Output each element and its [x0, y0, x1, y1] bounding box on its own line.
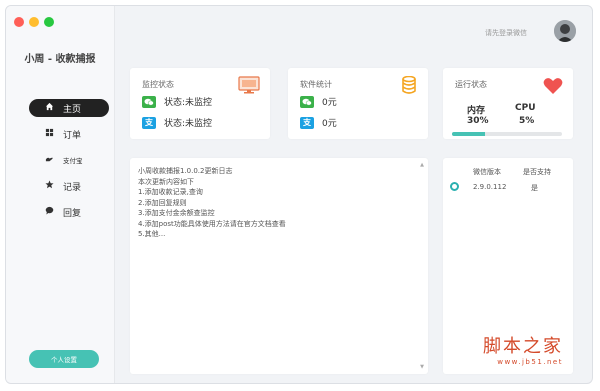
log-line: 5.其他... [138, 230, 166, 238]
card-title: 运行状态 [455, 80, 487, 89]
log-line: 小周收款捕报1.0.0.2更新日志 [138, 167, 233, 175]
database-icon [402, 75, 416, 97]
sidebar-item-label: 回复 [63, 208, 82, 219]
scroll-down-arrow-icon[interactable]: ▼ [420, 364, 424, 370]
sidebar-item-label: 支付宝 [63, 157, 83, 165]
alipay-icon: 支 [142, 116, 156, 129]
monitor-status-card: 监控状态 状态:未监控 支 状态:未监控 [130, 68, 270, 139]
personal-settings-button[interactable]: 个人设置 [29, 350, 99, 368]
version-support-panel: 微信版本 是否支持 2.9.0.112 是 脚本之家 www.jb51.net [443, 158, 573, 374]
card-title: 监控状态 [142, 80, 174, 89]
sidebar-item-reply[interactable]: 回复 [29, 203, 109, 221]
watermark-url: www.jb51.net [497, 358, 563, 366]
window-controls [14, 17, 54, 27]
alipay-icon: 支 [300, 116, 314, 129]
wechat-icon [142, 95, 156, 108]
sidebar-item-label: 记录 [63, 182, 82, 193]
log-line: 2.添加回复规则 [138, 198, 187, 207]
cpu-label: CPU [515, 103, 536, 113]
wechat-amount: 0元 [322, 98, 337, 108]
support-column-header: 是否支持 [523, 168, 551, 176]
monitor-screen-icon [238, 76, 260, 97]
sidebar-item-alipay[interactable]: 支付宝 [29, 151, 109, 169]
software-wechat-row: 0元 [300, 95, 337, 108]
software-alipay-row: 支 0元 [300, 116, 337, 129]
sidebar-item-orders[interactable]: 订单 [29, 125, 109, 143]
sidebar-item-label: 主页 [63, 104, 82, 115]
watermark-main-text: 脚本之家 [483, 336, 563, 357]
sidebar-item-home[interactable]: 主页 [29, 99, 109, 117]
sidebar-item-label: 订单 [63, 130, 82, 141]
wechat-icon [300, 95, 314, 108]
log-line: 3.添加支付金余额查监控 [138, 209, 215, 217]
alipay-monitor-status: 状态:未监控 [164, 119, 213, 129]
memory-value: 30% [467, 116, 489, 126]
grid-icon [43, 128, 55, 140]
memory-label: 内存 [467, 106, 486, 116]
sidebar-nav: 主页 订单 支付宝 记录 回复 [29, 99, 109, 229]
memory-progress-bar [452, 132, 562, 136]
sidebar-item-records[interactable]: 记录 [29, 177, 109, 195]
card-title: 软件统计 [300, 80, 332, 89]
minimize-window-button[interactable] [29, 17, 39, 27]
log-line: 1.添加收款记录,查询 [138, 188, 203, 196]
version-radio-button[interactable] [450, 182, 459, 191]
log-line: 4.添加post功能具体使用方法请在官方文档查看 [138, 219, 286, 228]
hand-icon [43, 154, 55, 166]
star-icon [43, 180, 55, 192]
monitor-wechat-row: 状态:未监控 [142, 95, 212, 108]
wechat-monitor-status: 状态:未监控 [164, 98, 213, 108]
sidebar: 小周 - 收款捕报 主页 订单 支付宝 记录 回复 个人设置 [6, 6, 115, 383]
memory-progress-fill [452, 132, 485, 136]
app-window: 小周 - 收款捕报 主页 订单 支付宝 记录 回复 个人设置 请先登录微信 监控… [5, 5, 593, 384]
login-prompt[interactable]: 请先登录微信 [485, 28, 527, 38]
update-log-text: 小周收款捕报1.0.0.2更新日志 本次更新内容如下 1.添加收款记录,查询 2… [138, 166, 286, 240]
support-value: 是 [531, 184, 538, 192]
chat-icon [43, 206, 55, 218]
avatar[interactable] [554, 20, 576, 42]
heart-icon [543, 77, 563, 98]
close-window-button[interactable] [14, 17, 24, 27]
monitor-alipay-row: 支 状态:未监控 [142, 116, 212, 129]
maximize-window-button[interactable] [44, 17, 54, 27]
watermark: 脚本之家 www.jb51.net [483, 332, 563, 366]
version-value: 2.9.0.112 [473, 183, 507, 191]
version-column-header: 微信版本 [473, 168, 501, 176]
update-log-panel[interactable]: 小周收款捕报1.0.0.2更新日志 本次更新内容如下 1.添加收款记录,查询 2… [130, 158, 428, 374]
running-status-card: 运行状态 内存 CPU 30% 5% [443, 68, 573, 139]
log-line: 本次更新内容如下 [138, 177, 194, 186]
home-icon [43, 102, 55, 114]
cpu-value: 5% [519, 116, 535, 126]
app-title: 小周 - 收款捕报 [24, 54, 96, 65]
alipay-amount: 0元 [322, 119, 337, 129]
software-stats-card: 软件统计 0元 支 0元 [288, 68, 428, 139]
scroll-up-arrow-icon[interactable]: ▲ [420, 162, 424, 168]
